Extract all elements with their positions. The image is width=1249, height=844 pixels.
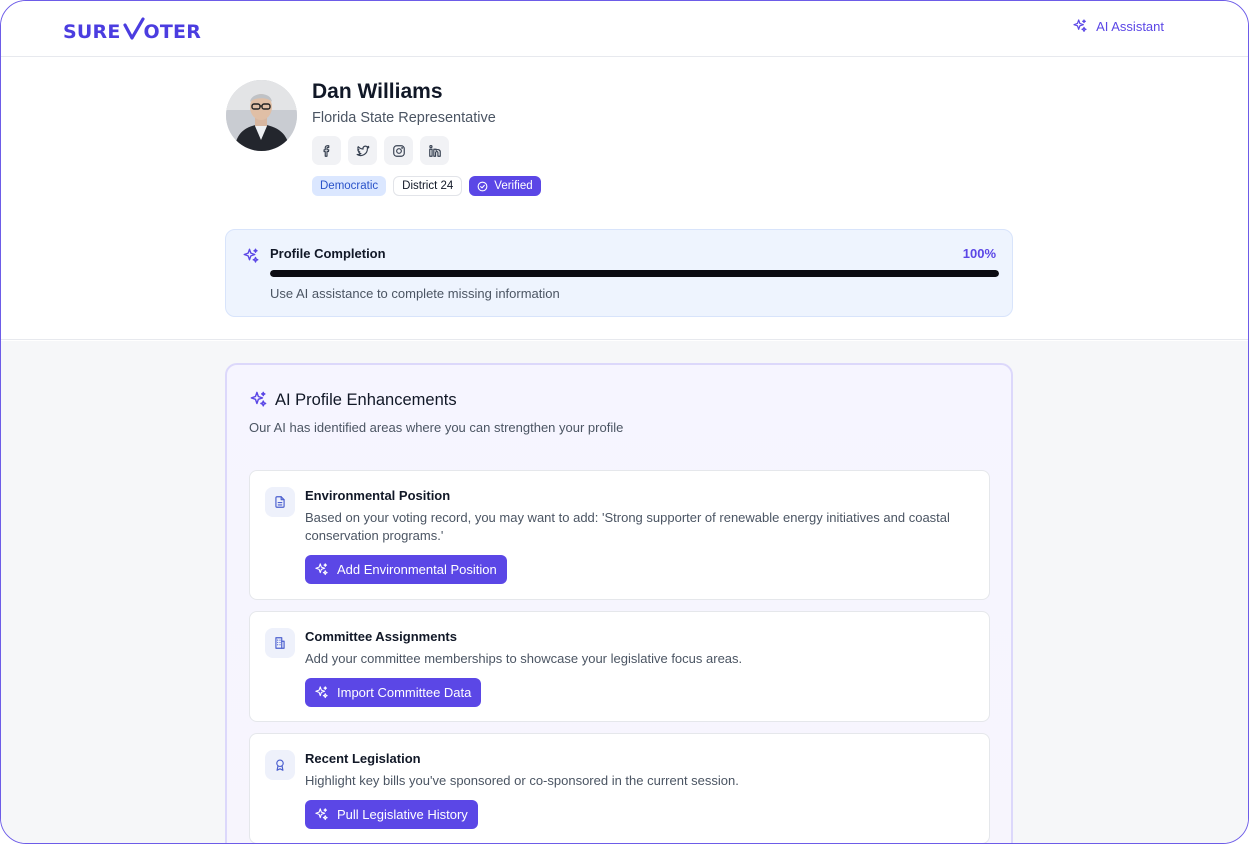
instagram-link[interactable]	[384, 136, 413, 165]
enhancements-subtitle: Our AI has identified areas where you ca…	[249, 420, 624, 435]
sparkles-icon	[315, 686, 328, 699]
sparkles-icon	[1073, 19, 1087, 32]
card-description: Add your committee memberships to showca…	[305, 651, 743, 666]
profile-completion-card: Profile Completion 100% Use AI assistanc…	[225, 229, 1013, 317]
ai-assistant-button[interactable]: AI Assistant	[1072, 18, 1164, 34]
button-label: Add Environmental Position	[337, 562, 497, 577]
avatar	[226, 80, 297, 151]
twitter-icon	[356, 145, 369, 156]
profile-name: Dan Williams	[312, 80, 443, 103]
card-title: Environmental Position	[305, 488, 451, 503]
linkedin-link[interactable]	[420, 136, 449, 165]
document-icon	[265, 487, 295, 517]
enhancements-title: AI Profile Enhancements	[275, 391, 457, 409]
card-description: Highlight key bills you've sponsored or …	[305, 773, 739, 788]
add-environmental-position-button[interactable]: Add Environmental Position	[305, 555, 507, 584]
verified-label: Verified	[494, 180, 533, 192]
award-icon	[265, 750, 295, 780]
party-badge: Democratic	[312, 176, 387, 196]
suggestion-card-legislation: Recent Legislation Highlight key bills y…	[249, 733, 990, 843]
logo-check-icon	[122, 17, 145, 43]
verified-badge: Verified	[469, 176, 541, 196]
pull-legislative-history-button[interactable]: Pull Legislative History	[305, 800, 478, 829]
card-title: Committee Assignments	[305, 629, 457, 644]
card-description: Based on your voting record, you may wan…	[305, 510, 950, 543]
button-label: Import Committee Data	[337, 685, 472, 700]
instagram-icon	[392, 144, 405, 157]
button-label: Pull Legislative History	[337, 807, 468, 822]
profile-badges: Democratic District 24 Verified	[312, 176, 541, 196]
surevoter-logo[interactable]: SURE OTER	[63, 17, 202, 43]
completion-hint: Use AI assistance to complete missing in…	[270, 286, 560, 301]
logo-text-sure: SURE	[63, 21, 121, 43]
ai-assistant-label: AI Assistant	[1096, 18, 1164, 34]
sparkles-icon	[243, 248, 259, 263]
linkedin-icon	[428, 144, 441, 157]
profile-section: Dan Williams Florida State Representativ…	[1, 58, 1248, 340]
building-icon	[265, 628, 295, 658]
logo-text-oter: OTER	[143, 21, 202, 43]
sparkles-icon	[315, 808, 328, 821]
completion-progress-fill	[270, 270, 999, 277]
ai-enhancements-panel: AI Profile Enhancements Our AI has ident…	[225, 363, 1013, 843]
district-badge: District 24	[393, 176, 463, 196]
content-area: AI Profile Enhancements Our AI has ident…	[1, 341, 1248, 843]
profile-role: Florida State Representative	[312, 110, 496, 126]
sparkles-icon	[315, 563, 328, 576]
suggestion-card-committee: Committee Assignments Add your committee…	[249, 611, 990, 722]
completion-progress-bar	[270, 270, 999, 277]
completion-title: Profile Completion	[270, 246, 386, 261]
app-window: SURE OTER AI Assistant Dan Williams Flor…	[0, 0, 1249, 844]
sparkles-icon	[250, 391, 267, 407]
import-committee-data-button[interactable]: Import Committee Data	[305, 678, 482, 707]
social-links	[312, 136, 449, 165]
twitter-link[interactable]	[348, 136, 377, 165]
completion-percent: 100%	[962, 246, 996, 261]
top-bar: SURE OTER AI Assistant	[1, 1, 1248, 57]
facebook-icon	[323, 144, 329, 157]
facebook-link[interactable]	[312, 136, 341, 165]
card-title: Recent Legislation	[305, 751, 421, 766]
check-circle-icon	[477, 181, 488, 191]
suggestion-card-environmental: Environmental Position Based on your vot…	[249, 470, 990, 600]
